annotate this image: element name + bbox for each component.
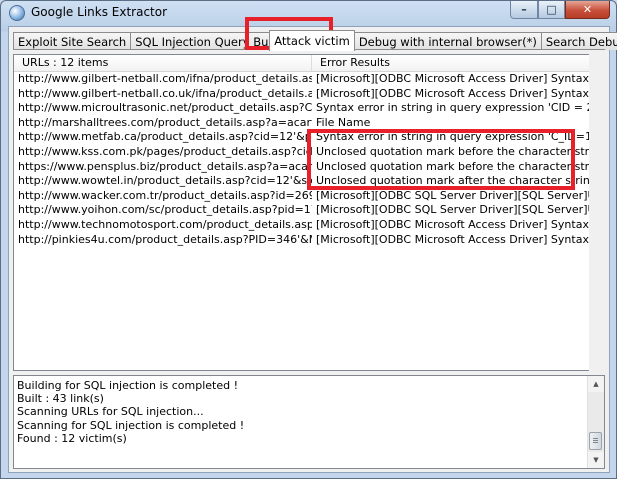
table-row[interactable]: http://www.wacker.com.tr/product_details… [14,189,589,204]
log-lines: Building for SQL injection is completed … [17,379,244,445]
column-header-error-results[interactable]: Error Results [312,55,589,71]
app-window: Google Links Extractor – □ ✕ Exploit Sit… [0,0,617,479]
url-cell: http://www.metfab.ca/product_details.asp… [18,130,312,144]
url-cell: https://www.pensplus.biz/product_details… [18,159,312,173]
table-row[interactable]: http://www.yoihon.com/sc/product_details… [14,203,589,218]
tab-exploit-site-search[interactable]: Exploit Site Search [13,32,132,50]
url-cell: http://www.kss.com.pk/pages/product_deta… [18,144,312,158]
maximize-button[interactable]: □ [538,1,565,19]
error-cell: [Microsoft][ODBC Microsoft Access Driver… [316,232,589,246]
window-title: Google Links Extractor [31,5,168,19]
maximize-icon: □ [546,3,557,16]
close-icon: ✕ [582,3,593,16]
error-cell: [Microsoft][ODBC SQL Server Driver][SQL … [316,203,589,217]
error-cell: [Microsoft][ODBC Microsoft Access Driver… [316,86,589,100]
scroll-thumb[interactable] [589,432,602,450]
main-panel: Exploit Site Search SQL Injection Query … [8,26,617,473]
results-header: URLs : 12 items Error Results [14,55,589,72]
list-margin [589,54,605,371]
url-cell: http://www.microultrasonic.net/product_d… [18,101,312,115]
log-scrollbar[interactable]: ▲ ▼ [587,376,604,468]
minimize-button[interactable]: – [510,1,538,19]
column-header-urls[interactable]: URLs : 12 items [14,55,312,71]
tab-strip: Exploit Site Search SQL Injection Query … [13,30,617,51]
url-cell: http://www.gilbert-netball.co.uk/ifna/pr… [18,86,312,100]
table-row[interactable]: http://pinkies4u.com/product_details.asp… [14,233,589,248]
url-cell: http://marshalltrees.com/product_details… [18,115,312,129]
highlight-box-errors [307,129,575,190]
table-row[interactable]: http://www.gilbert-netball.co.uk/ifna/pr… [14,87,589,102]
error-cell: [Microsoft][ODBC SQL Server Driver][SQL … [316,188,589,202]
minimize-icon: – [521,3,527,16]
error-cell: Syntax error in string in query expressi… [316,101,589,115]
tab-attack-victim[interactable]: Attack victim [269,30,355,51]
tab-search-deburg[interactable]: Search Deburg [540,32,617,50]
caption-buttons: – □ ✕ [510,1,610,19]
error-cell: [Microsoft][ODBC Microsoft Access Driver… [316,217,589,231]
url-cell: http://www.gilbert-netball.com/ifna/prod… [18,72,312,85]
status-log[interactable]: Building for SQL injection is completed … [13,375,605,469]
log-line: Found : 12 victim(s) [17,431,127,445]
log-line: Scanning for SQL injection is completed … [17,418,245,432]
close-button[interactable]: ✕ [565,1,610,19]
scroll-up-button[interactable]: ▲ [588,376,604,392]
url-cell: http://www.technomotosport.com/product_d… [18,217,312,231]
globe-icon [9,5,25,21]
log-line: Building for SQL injection is completed … [17,379,239,392]
tab-debug-internal-browser[interactable]: Debug with internal browser(*) [353,32,542,50]
url-cell: http://www.wacker.com.tr/product_details… [18,188,312,202]
results-list[interactable]: URLs : 12 items Error Results http://www… [13,54,590,371]
scroll-down-button[interactable]: ▼ [588,452,604,468]
log-line: Scanning URLs for SQL injection... [17,405,204,419]
log-line: Built : 43 link(s) [17,392,104,406]
url-cell: http://pinkies4u.com/product_details.asp… [18,232,312,246]
url-cell: http://www.wowtel.in/product_details.asp… [18,174,312,188]
error-cell: [Microsoft][ODBC Microsoft Access Driver… [316,72,589,85]
url-cell: http://www.yoihon.com/sc/product_details… [18,203,312,217]
table-row[interactable]: http://www.gilbert-netball.com/ifna/prod… [14,72,589,87]
table-row[interactable]: http://www.microultrasonic.net/product_d… [14,101,589,116]
table-row[interactable]: http://www.technomotosport.com/product_d… [14,218,589,233]
